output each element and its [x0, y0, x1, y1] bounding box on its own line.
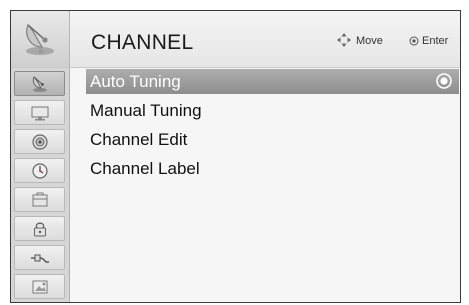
hint-move-label: Move	[356, 35, 383, 47]
tv-picture-icon	[31, 106, 49, 121]
satellite-dish-icon	[26, 23, 54, 55]
usb-media-icon	[32, 280, 48, 294]
osd-menu-window: CHANNEL Move Enter Auto Tuning Manual Tu…	[10, 10, 461, 303]
speaker-audio-icon	[32, 134, 48, 150]
sidebar-item-usb[interactable]	[14, 274, 65, 299]
menu-item-label: Auto Tuning	[90, 72, 181, 91]
padlock-icon	[34, 222, 46, 237]
menu-item-label: Channel Edit	[90, 130, 188, 149]
menu-item-label: Channel Label	[90, 159, 200, 178]
sidebar-item-lock[interactable]	[14, 216, 65, 241]
menu-item-label: Manual Tuning	[90, 101, 202, 120]
sidebar-item-audio[interactable]	[14, 129, 65, 154]
menu-header: CHANNEL Move Enter	[11, 11, 460, 68]
satellite-dish-icon	[32, 76, 47, 92]
page-title: CHANNEL	[91, 31, 194, 54]
sidebar-item-channel[interactable]	[14, 71, 65, 96]
clock-time-icon	[32, 163, 48, 179]
menu-item-channel-edit[interactable]: Channel Edit	[86, 127, 459, 152]
sidebar-item-picture[interactable]	[14, 100, 65, 125]
menu-item-manual-tuning[interactable]: Manual Tuning	[86, 98, 459, 123]
hint-enter-label: Enter	[422, 35, 449, 47]
sidebar-item-input[interactable]	[14, 245, 65, 270]
menu-item-channel-label[interactable]: Channel Label	[86, 156, 459, 181]
input-plug-icon	[31, 254, 49, 263]
category-sidebar	[11, 68, 70, 302]
header-icon-box	[11, 11, 70, 67]
option-toolbox-icon	[32, 192, 48, 207]
enter-button-icon	[409, 36, 419, 46]
move-arrows-icon	[337, 33, 351, 47]
sidebar-item-time[interactable]	[14, 158, 65, 183]
sidebar-item-option[interactable]	[14, 187, 65, 212]
radio-selected-icon	[436, 73, 452, 89]
menu-item-auto-tuning[interactable]: Auto Tuning	[86, 69, 459, 94]
